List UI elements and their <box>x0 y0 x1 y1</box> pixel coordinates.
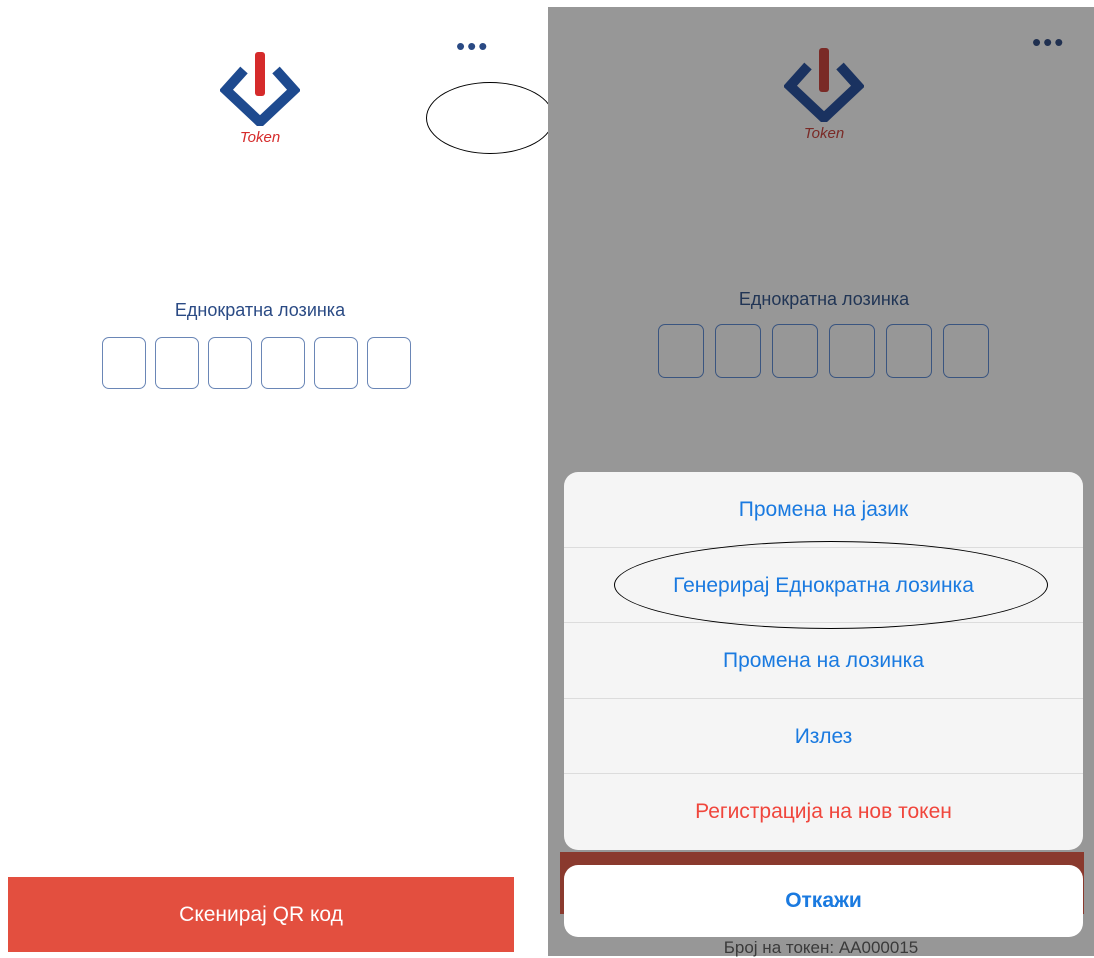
otp-digit-group <box>102 337 411 389</box>
power-logo-icon <box>219 52 301 129</box>
logo-text: Token <box>239 129 281 146</box>
menu-item-register-new-token[interactable]: Регистрација на нов токен <box>564 774 1083 850</box>
otp-digit-group <box>658 324 989 378</box>
otp-digit-box <box>314 337 358 389</box>
otp-digit-box <box>261 337 305 389</box>
menu-item-change-password[interactable]: Промена на лозинка <box>564 623 1083 699</box>
otp-digit-box <box>772 324 818 378</box>
otp-digit-box <box>367 337 411 389</box>
otp-digit-box <box>208 337 252 389</box>
cancel-button[interactable]: Откажи <box>564 865 1083 937</box>
token-logo: Token <box>210 50 310 146</box>
logo-text: Token <box>803 125 845 142</box>
otp-digit-box <box>829 324 875 378</box>
power-logo-icon <box>783 48 865 125</box>
scan-qr-button[interactable]: Скенирај QR код <box>8 877 514 952</box>
action-sheet: Промена на јазик Генерирај Еднократна ло… <box>564 472 1083 850</box>
otp-digit-box <box>886 324 932 378</box>
main-screen: ••• Token Еднократна лозинка Скенирај QR… <box>0 0 554 956</box>
menu-item-logout[interactable]: Излез <box>564 699 1083 775</box>
token-number-text: Број на токен: AA000015 <box>723 938 919 957</box>
highlight-ellipse <box>614 541 1048 629</box>
otp-digit-box <box>715 324 761 378</box>
otp-digit-box <box>943 324 989 378</box>
otp-digit-box <box>658 324 704 378</box>
menu-screen: ••• Token Еднократна лозинка Број на ток… <box>548 0 1094 957</box>
more-options-button[interactable]: ••• <box>1032 29 1065 55</box>
otp-label: Еднократна лозинка <box>174 300 346 320</box>
otp-digit-box <box>102 337 146 389</box>
more-options-button[interactable]: ••• <box>456 33 489 59</box>
otp-digit-box <box>155 337 199 389</box>
otp-label: Еднократна лозинка <box>738 289 910 309</box>
menu-item-change-language[interactable]: Промена на јазик <box>564 472 1083 548</box>
highlight-ellipse <box>426 82 554 154</box>
token-logo: Token <box>774 46 874 142</box>
